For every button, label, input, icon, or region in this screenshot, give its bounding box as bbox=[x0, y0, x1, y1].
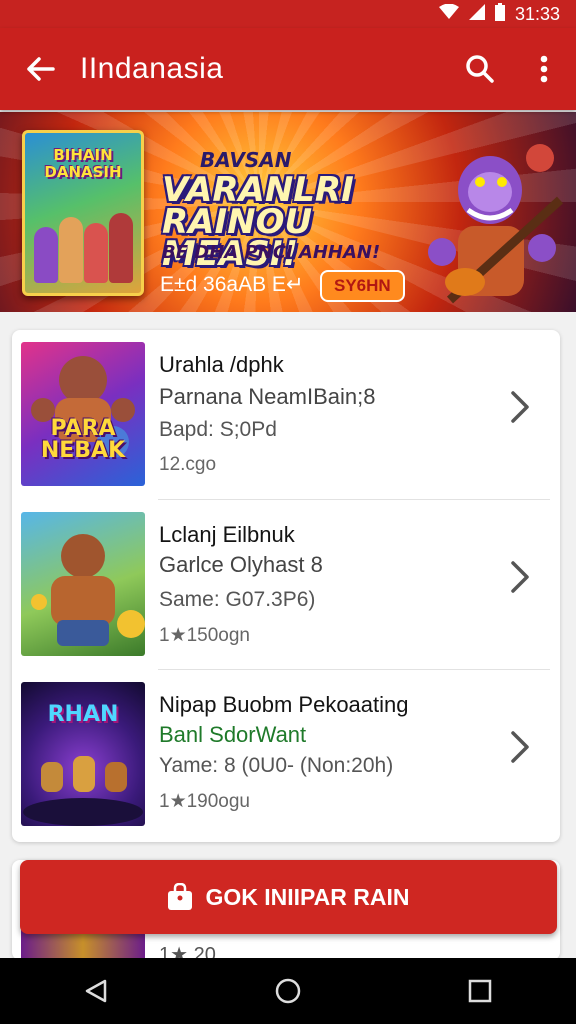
list-item[interactable]: Lclanj Eilbnuk Garlce Olyhast 8 Same: G0… bbox=[12, 500, 560, 670]
game-thumbnail bbox=[21, 512, 145, 656]
character-figure bbox=[58, 217, 83, 283]
thumbnail-character bbox=[31, 356, 135, 458]
chevron-right-icon[interactable] bbox=[510, 730, 530, 774]
item-title: Urahla /dphk bbox=[159, 352, 284, 377]
promo-banner[interactable]: BIHAIN DANASIH BAVSAN VARANLRI RAINOU ME… bbox=[0, 112, 576, 312]
arrow-back-icon bbox=[27, 57, 55, 81]
triangle-back-icon bbox=[85, 979, 107, 1003]
character-figure bbox=[83, 223, 108, 283]
item-count: 1★150ogn bbox=[159, 625, 251, 646]
thumbnail-label: PARA NEBAK bbox=[40, 416, 126, 463]
nav-home-button[interactable] bbox=[248, 958, 328, 1024]
item-subtitle: Banl SdorWant bbox=[159, 722, 307, 747]
wifi-icon bbox=[438, 3, 459, 25]
game-thumbnail: RHAN bbox=[21, 682, 145, 826]
status-time: 31:33 bbox=[514, 3, 560, 24]
nav-recents-button[interactable] bbox=[440, 958, 520, 1024]
back-button[interactable] bbox=[0, 28, 80, 110]
thumbnail-character bbox=[31, 534, 145, 646]
search-button[interactable] bbox=[448, 28, 512, 110]
more-vert-icon bbox=[540, 55, 548, 83]
item-count: 1★190ogu bbox=[159, 791, 251, 812]
square-recents-icon bbox=[468, 979, 492, 1003]
item-count: 12.cgo bbox=[159, 454, 217, 475]
cta-label: GOK INIIPAR RAIN bbox=[205, 883, 410, 910]
item-meta: Yame: 8 (0U0- (Non:20h) bbox=[159, 754, 394, 777]
item-subtitle: Garlce Olyhast 8 bbox=[159, 552, 323, 577]
search-icon bbox=[466, 55, 494, 83]
thumbnail-label: RHAN bbox=[47, 702, 119, 727]
banner-game-cover: BIHAIN DANASIH bbox=[22, 130, 144, 296]
chevron-right-icon[interactable] bbox=[510, 560, 530, 604]
character-figure bbox=[33, 227, 58, 283]
banner-meta: E±d 36aAB E↵ bbox=[160, 273, 304, 296]
signal-icon bbox=[468, 3, 485, 25]
banner-kicker: BAVSAN bbox=[200, 148, 292, 172]
list-item[interactable]: RHAN Nipap Buobm Pekoaating Banl SdorWan… bbox=[12, 670, 560, 840]
chevron-right-icon[interactable] bbox=[510, 390, 530, 434]
bag-icon bbox=[168, 883, 193, 910]
game-thumbnail: PARA NEBAK bbox=[21, 342, 145, 486]
system-nav-bar bbox=[0, 958, 576, 1024]
primary-cta-button[interactable]: GOK INIIPAR RAIN bbox=[20, 860, 557, 934]
banner-subline: BE DHA PNCI AHHAN! bbox=[162, 242, 381, 263]
character-figure bbox=[108, 213, 133, 283]
banner-cover-title: BIHAIN DANASIH bbox=[44, 146, 122, 181]
list-item[interactable]: PARA NEBAK Urahla /dphk Parnana NeamIBai… bbox=[12, 330, 560, 500]
page-title: IIndanasia bbox=[80, 52, 224, 85]
game-list-card: PARA NEBAK Urahla /dphk Parnana NeamIBai… bbox=[12, 330, 560, 842]
app-bar: IIndanasia bbox=[0, 28, 576, 110]
item-meta: Bapd: S;0Pd bbox=[159, 418, 277, 441]
banner-cover-characters bbox=[33, 203, 133, 283]
nav-back-button[interactable] bbox=[56, 958, 136, 1024]
overflow-menu-button[interactable] bbox=[512, 28, 576, 110]
item-meta: Same: G07.3P6) bbox=[159, 588, 316, 611]
battery-icon bbox=[494, 2, 505, 26]
item-title: Lclanj Eilbnuk bbox=[159, 522, 295, 547]
banner-cta-button[interactable]: SY6HN bbox=[320, 270, 405, 302]
item-subtitle: Parnana NeamIBain;8 bbox=[159, 384, 376, 409]
item-title: Nipap Buobm Pekoaating bbox=[159, 692, 409, 717]
banner-hero-character bbox=[428, 144, 564, 304]
status-bar: 31:33 bbox=[0, 0, 576, 28]
circle-home-icon bbox=[275, 978, 301, 1004]
